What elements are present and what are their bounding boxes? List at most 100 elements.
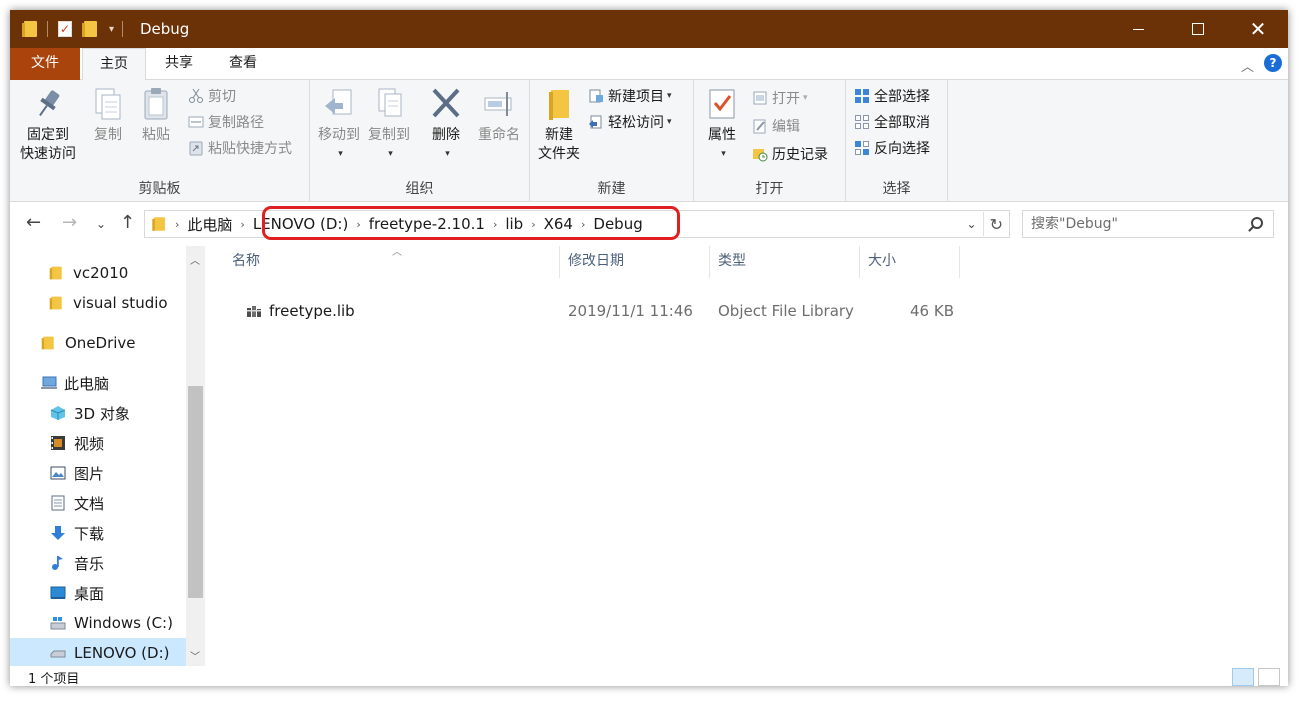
copy-button[interactable]: 复制 xyxy=(86,86,130,145)
close-button[interactable]: ✕ xyxy=(1228,10,1288,48)
tab-share[interactable]: 共享 xyxy=(150,48,208,80)
nav-item-this-pc[interactable]: 此电脑 xyxy=(10,368,186,398)
open-icon xyxy=(752,90,768,106)
customize-dropdown-icon[interactable]: ▾ xyxy=(109,24,114,35)
nav-item-music[interactable]: 音乐 xyxy=(10,548,186,578)
nav-item-visual-studio[interactable]: visual studio xyxy=(10,288,186,318)
back-arrow-icon[interactable]: ← xyxy=(26,212,41,233)
drive-icon xyxy=(50,645,66,661)
search-input[interactable] xyxy=(1031,216,1241,232)
breadcrumb-chevron-icon[interactable]: › xyxy=(490,218,500,231)
nav-item-videos[interactable]: 视频 xyxy=(10,428,186,458)
properties-quick-icon[interactable]: ✓ xyxy=(58,21,72,37)
move-to-icon xyxy=(323,86,355,122)
select-all-label: 全部选择 xyxy=(874,89,930,105)
sort-ascending-icon: ︿ xyxy=(392,247,402,258)
refresh-icon[interactable]: ↻ xyxy=(984,215,1009,234)
history-label: 历史记录 xyxy=(772,147,828,163)
up-arrow-icon[interactable]: ↑ xyxy=(120,212,135,233)
address-bar[interactable]: › 此电脑 › LENOVO (D:) › freetype-2.10.1 › … xyxy=(144,210,1010,238)
delete-button[interactable]: 删除 ▾ xyxy=(424,86,468,164)
breadcrumb-freetype[interactable]: freetype-2.10.1 xyxy=(364,215,490,233)
scroll-up-chevron-icon[interactable]: ︿ xyxy=(190,252,200,267)
tab-file[interactable]: 文件 xyxy=(10,48,80,80)
file-name: freetype.lib xyxy=(269,302,355,320)
file-row[interactable]: freetype.lib 2019/11/1 11:46 Object File… xyxy=(226,298,966,326)
help-icon[interactable]: ? xyxy=(1264,54,1282,72)
breadcrumb-x64[interactable]: X64 xyxy=(539,215,578,233)
column-header-name[interactable]: ︿ 名称 xyxy=(206,246,560,278)
scroll-down-chevron-icon[interactable]: ﹀ xyxy=(190,648,200,663)
select-all-button[interactable]: 全部选择 xyxy=(854,84,930,108)
column-header-size[interactable]: 大小 xyxy=(860,246,960,278)
pin-to-quick-access-button[interactable]: 固定到 快速访问 xyxy=(16,86,80,164)
nav-item-downloads[interactable]: 下载 xyxy=(10,518,186,548)
properties-button[interactable]: 属性 ▾ xyxy=(698,86,746,164)
breadcrumb-chevron-icon[interactable]: › xyxy=(578,218,588,231)
breadcrumb-chevron-icon[interactable]: › xyxy=(353,218,363,231)
minimize-button[interactable] xyxy=(1108,10,1168,48)
nav-item-windows-c[interactable]: Windows (C:) xyxy=(10,608,186,638)
new-folder-button[interactable]: 新建 文件夹 xyxy=(534,86,584,164)
breadcrumb-lib[interactable]: lib xyxy=(500,215,528,233)
nav-item-3d-objects[interactable]: 3D 对象 xyxy=(10,398,186,428)
nav-item-label: vc2010 xyxy=(73,264,129,282)
new-folder-quick-icon[interactable] xyxy=(82,21,97,37)
large-icons-view-button[interactable] xyxy=(1258,668,1280,686)
easy-access-button[interactable]: 轻松访问 ▾ xyxy=(588,110,672,134)
edit-button[interactable]: 编辑 xyxy=(752,114,800,138)
paste-icon xyxy=(140,86,172,122)
breadcrumb-chevron-icon[interactable]: › xyxy=(172,218,182,231)
column-header-modified-label: 修改日期 xyxy=(568,253,624,269)
recent-locations-chevron-icon[interactable]: ⌄ xyxy=(96,217,106,231)
open-button[interactable]: 打开 ▾ xyxy=(752,86,808,110)
ribbon: 固定到 快速访问 复制 粘贴 剪切 复制路径 粘贴快捷方式 剪贴板 移动到 ▾ … xyxy=(10,80,1288,202)
breadcrumb-chevron-icon[interactable]: › xyxy=(237,218,247,231)
pin-label-line1: 固定到 xyxy=(27,127,69,143)
select-none-button[interactable]: 全部取消 xyxy=(854,110,930,134)
nav-item-pictures[interactable]: 图片 xyxy=(10,458,186,488)
properties-label: 属性 xyxy=(708,127,736,143)
windows-drive-icon xyxy=(50,615,66,631)
file-modified: 2019/11/1 11:46 xyxy=(568,302,693,320)
nav-scrollbar-thumb[interactable] xyxy=(188,386,203,598)
tab-view[interactable]: 查看 xyxy=(214,48,272,80)
column-header-modified[interactable]: 修改日期 xyxy=(560,246,710,278)
breadcrumb-debug[interactable]: Debug xyxy=(588,215,647,233)
collapse-ribbon-icon[interactable]: ︿ xyxy=(1241,56,1254,75)
nav-item-desktop[interactable]: 桌面 xyxy=(10,578,186,608)
copy-to-button[interactable]: 复制到 ▾ xyxy=(364,86,414,164)
paste-button[interactable]: 粘贴 xyxy=(134,86,178,145)
breadcrumb-drive[interactable]: LENOVO (D:) xyxy=(248,215,353,233)
tab-home[interactable]: 主页 xyxy=(82,48,146,81)
cut-button[interactable]: 剪切 xyxy=(188,84,236,108)
paste-shortcut-button[interactable]: 粘贴快捷方式 xyxy=(188,136,292,160)
move-to-button[interactable]: 移动到 ▾ xyxy=(314,86,364,164)
maximize-button[interactable] xyxy=(1168,10,1228,48)
column-header-type[interactable]: 类型 xyxy=(710,246,860,278)
nav-item-documents[interactable]: 文档 xyxy=(10,488,186,518)
maximize-icon xyxy=(1192,23,1204,35)
new-item-button[interactable]: 新建项目 ▾ xyxy=(588,84,672,108)
breadcrumb-this-pc[interactable]: 此电脑 xyxy=(182,214,237,235)
search-icon[interactable] xyxy=(1251,217,1263,229)
copy-icon xyxy=(92,86,124,122)
breadcrumb-chevron-icon[interactable]: › xyxy=(528,218,538,231)
details-view-button[interactable] xyxy=(1232,668,1254,686)
nav-item-onedrive[interactable]: OneDrive xyxy=(10,328,186,358)
search-box[interactable] xyxy=(1022,210,1274,238)
address-folder-icon xyxy=(152,217,166,231)
invert-selection-button[interactable]: 反向选择 xyxy=(854,136,930,160)
download-arrow-icon xyxy=(50,525,66,541)
properties-icon xyxy=(706,86,738,122)
nav-item-vc2010[interactable]: vc2010 xyxy=(10,258,186,288)
nav-scrollbar[interactable]: ︿ ﹀ xyxy=(186,246,205,666)
forward-arrow-icon[interactable]: → xyxy=(62,212,77,233)
copy-path-button[interactable]: 复制路径 xyxy=(188,110,264,134)
delete-icon xyxy=(430,86,462,122)
rename-button[interactable]: 重命名 xyxy=(474,86,524,145)
nav-item-lenovo-d[interactable]: LENOVO (D:) xyxy=(10,638,186,668)
address-history-chevron-icon[interactable]: ⌄ xyxy=(961,217,983,231)
group-label-open: 打开 xyxy=(755,181,784,197)
history-button[interactable]: 历史记录 xyxy=(752,142,828,166)
